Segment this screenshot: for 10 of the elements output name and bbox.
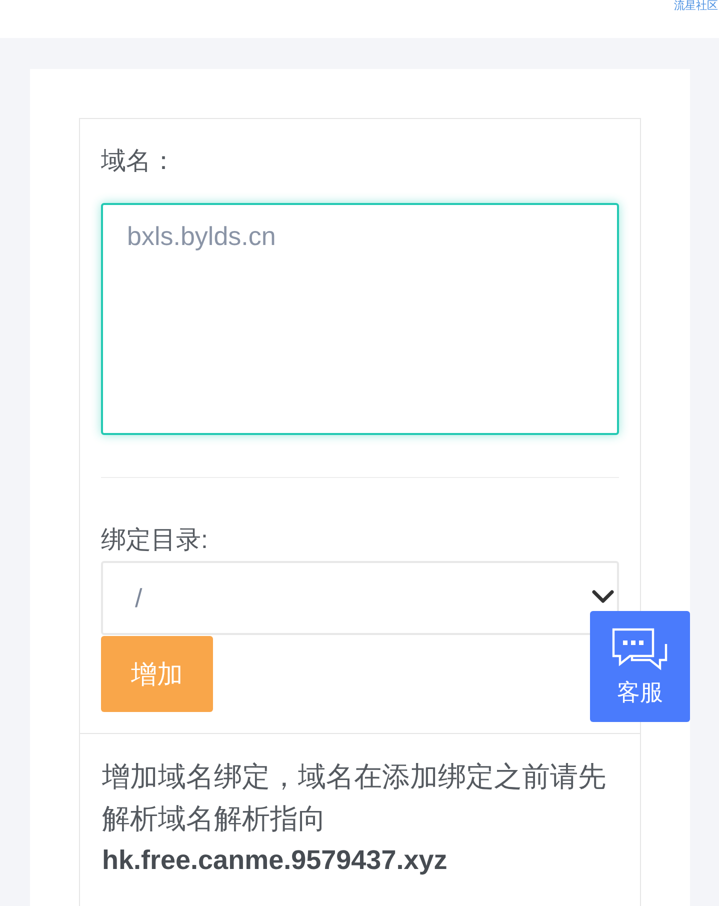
chevron-down-icon [592,590,614,604]
directory-select[interactable]: / [101,561,619,635]
domain-address-text: hk.free.canme.9579437.xyz [102,844,448,877]
customer-service-button[interactable]: 客服 [590,611,690,722]
notice-text: 增加域名绑定，域名在添加绑定之前请先解析域名解析指向 [102,760,607,836]
domain-label: 域名： [101,146,176,177]
directory-label: 绑定目录: [101,525,208,556]
community-link[interactable]: 流星社区 [674,0,718,13]
domain-input-field[interactable]: bxls.bylds.cn [101,203,619,435]
add-button[interactable]: 增加 [101,636,213,712]
